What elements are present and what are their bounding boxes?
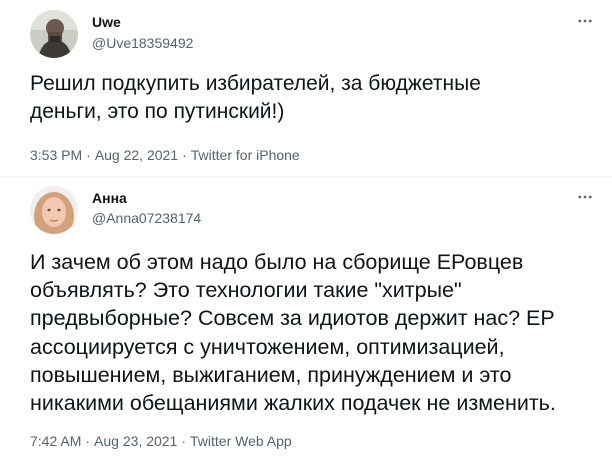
more-options-button[interactable] bbox=[574, 10, 596, 32]
tweet-meta: 7:42 AM · Aug 23, 2021 · Twitter Web App bbox=[30, 432, 292, 450]
more-horizontal-icon bbox=[578, 195, 592, 199]
tweet-text: И зачем об этом надо было на сборище ЕРо… bbox=[30, 250, 556, 416]
more-horizontal-icon bbox=[578, 19, 592, 23]
tweet-date[interactable]: Aug 22, 2021 bbox=[95, 147, 178, 163]
tweet-uwe[interactable]: Uwe @Uve18359492 Решил подкупить избират… bbox=[0, 0, 612, 177]
tweet-time[interactable]: 7:42 AM bbox=[30, 433, 81, 449]
tweet-meta: 3:53 PM · Aug 22, 2021 · Twitter for iPhone bbox=[30, 146, 300, 164]
tweet-anna[interactable]: Анна @Anna07238174 И зачем об этом надо … bbox=[0, 177, 612, 470]
avatar[interactable] bbox=[30, 186, 78, 234]
meta-separator: · bbox=[181, 433, 187, 449]
tweet-text: Решил подкупить избирателей, за бюджетны… bbox=[30, 72, 481, 123]
avatar-photo-icon bbox=[30, 10, 78, 58]
avatar-photo-icon bbox=[30, 186, 78, 234]
avatar[interactable] bbox=[30, 10, 78, 58]
meta-separator: · bbox=[85, 433, 91, 449]
tweet-source[interactable]: Twitter Web App bbox=[190, 433, 292, 449]
tweet-source[interactable]: Twitter for iPhone bbox=[191, 147, 300, 163]
user-handle[interactable]: @Anna07238174 bbox=[92, 209, 201, 227]
tweet-time[interactable]: 3:53 PM bbox=[30, 147, 82, 163]
user-handle[interactable]: @Uve18359492 bbox=[92, 34, 193, 52]
user-name[interactable]: Анна bbox=[92, 189, 127, 207]
meta-separator: · bbox=[86, 147, 91, 163]
meta-separator: · bbox=[182, 147, 187, 163]
more-options-button[interactable] bbox=[574, 186, 596, 208]
tweet-date[interactable]: Aug 23, 2021 bbox=[94, 433, 177, 449]
user-name[interactable]: Uwe bbox=[92, 13, 121, 31]
